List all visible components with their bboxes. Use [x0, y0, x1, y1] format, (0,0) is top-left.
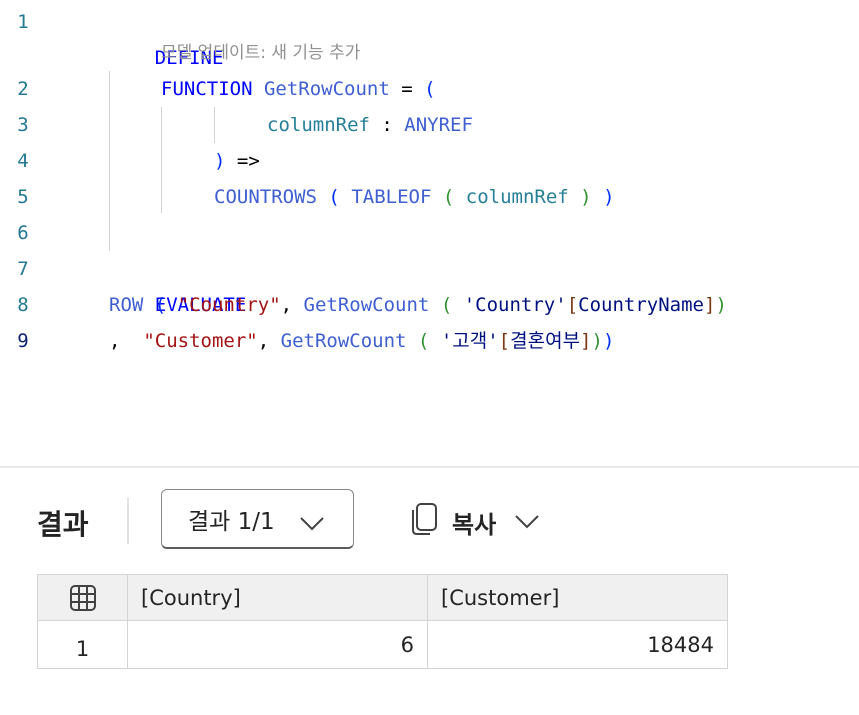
copy-button[interactable]: 복사	[410, 500, 540, 544]
chevron-down-icon	[299, 512, 325, 538]
code-line-3[interactable]: columnRef : ANYREF	[267, 107, 473, 143]
paren: )	[602, 330, 615, 352]
operator: =>	[225, 150, 260, 172]
line-number: 7	[17, 258, 29, 280]
code-line-5[interactable]: COUNTROWS ( TABLEOF ( columnRef ) )	[214, 179, 615, 215]
indent-guide	[214, 107, 215, 143]
line-number: 5	[17, 186, 29, 208]
paren: )	[603, 186, 615, 208]
paren: (	[440, 294, 453, 316]
cell-country[interactable]: 6	[127, 620, 428, 669]
code-line-2[interactable]: FUNCTION GetRowCount = (	[161, 71, 436, 107]
paren: )	[715, 294, 727, 316]
operator: =	[389, 78, 425, 100]
bracket: [	[566, 294, 579, 316]
toolbar-separator	[127, 498, 129, 544]
chevron-down-icon[interactable]	[514, 508, 540, 536]
code-line-9[interactable]: , "Customer", GetRowCount ( '고객'[결혼여부]))	[109, 323, 614, 359]
select-all-cell[interactable]	[37, 574, 128, 621]
comma: ,	[109, 330, 121, 352]
paren: )	[214, 150, 226, 172]
paren: (	[417, 330, 430, 352]
copy-icon	[410, 502, 438, 542]
code-line-4[interactable]: ) =>	[214, 143, 260, 179]
function-name: ROW	[109, 294, 144, 316]
keyword-function: FUNCTION	[161, 78, 253, 100]
line-number: 1	[17, 11, 29, 33]
comma: ,	[257, 330, 281, 352]
function-name: COUNTROWS	[214, 186, 317, 208]
bracket: ]	[703, 294, 716, 316]
paren: (	[424, 78, 436, 100]
string-literal: "Customer"	[143, 330, 258, 352]
bracket: ]	[580, 330, 592, 352]
paren: )	[591, 330, 603, 352]
paren: )	[580, 186, 592, 208]
cell-customer[interactable]: 18484	[427, 620, 728, 669]
bracket: [	[498, 330, 511, 352]
string-literal: "Country"	[177, 294, 281, 316]
paren: (	[442, 186, 455, 208]
results-grid[interactable]: [Country] [Customer] 1 6 18484	[37, 574, 728, 669]
table-name: '고객'	[440, 330, 499, 352]
line-number-active: 9	[17, 330, 29, 352]
line-number: 2	[17, 78, 29, 100]
comma: ,	[280, 294, 304, 316]
type-name: ANYREF	[404, 114, 473, 136]
results-title: 결과	[37, 508, 89, 541]
function-name: GetRowCount	[303, 294, 430, 316]
result-set-label: 결과 1/1	[188, 508, 275, 535]
paren: (	[154, 294, 167, 316]
copy-label: 복사	[452, 510, 497, 539]
row-number: 1	[37, 620, 128, 669]
column-header-customer[interactable]: [Customer]	[427, 574, 728, 621]
code-line-8[interactable]: ROW ( "Country", GetRowCount ( 'Country'…	[109, 287, 727, 323]
column-name: CountryName	[578, 294, 704, 316]
function-name: TABLEOF	[351, 186, 432, 208]
column-name: 결혼여부	[510, 330, 581, 352]
line-number: 4	[17, 150, 29, 172]
table-grid-icon	[69, 584, 97, 611]
parameter-name: columnRef	[267, 114, 370, 136]
code-line-1[interactable]: DEFINE	[109, 4, 224, 69]
code-line-7[interactable]: EVALUATE	[109, 251, 247, 316]
table-name: 'Country'	[463, 294, 567, 316]
pane-splitter[interactable]	[0, 466, 859, 468]
paren: (	[328, 186, 340, 208]
codelens-update-model[interactable]: 모델 업데이트: 새 기능 추가	[161, 38, 360, 63]
code-editor[interactable]: 1 2 3 4 5 6 7 8 9 DEFINE 모델 업데이트: 새 기능 추…	[0, 0, 859, 465]
table-row[interactable]: 1 6 18484	[37, 620, 728, 669]
line-number: 3	[17, 114, 29, 136]
operator: :	[369, 114, 405, 136]
column-header-country[interactable]: [Country]	[127, 574, 428, 621]
parameter-name: columnRef	[465, 186, 569, 208]
result-set-dropdown[interactable]: 결과 1/1	[161, 489, 354, 549]
indent-guide	[161, 107, 162, 213]
function-name: GetRowCount	[263, 78, 390, 100]
line-number: 8	[17, 294, 29, 316]
line-number: 6	[17, 222, 29, 244]
function-name: GetRowCount	[280, 330, 407, 352]
